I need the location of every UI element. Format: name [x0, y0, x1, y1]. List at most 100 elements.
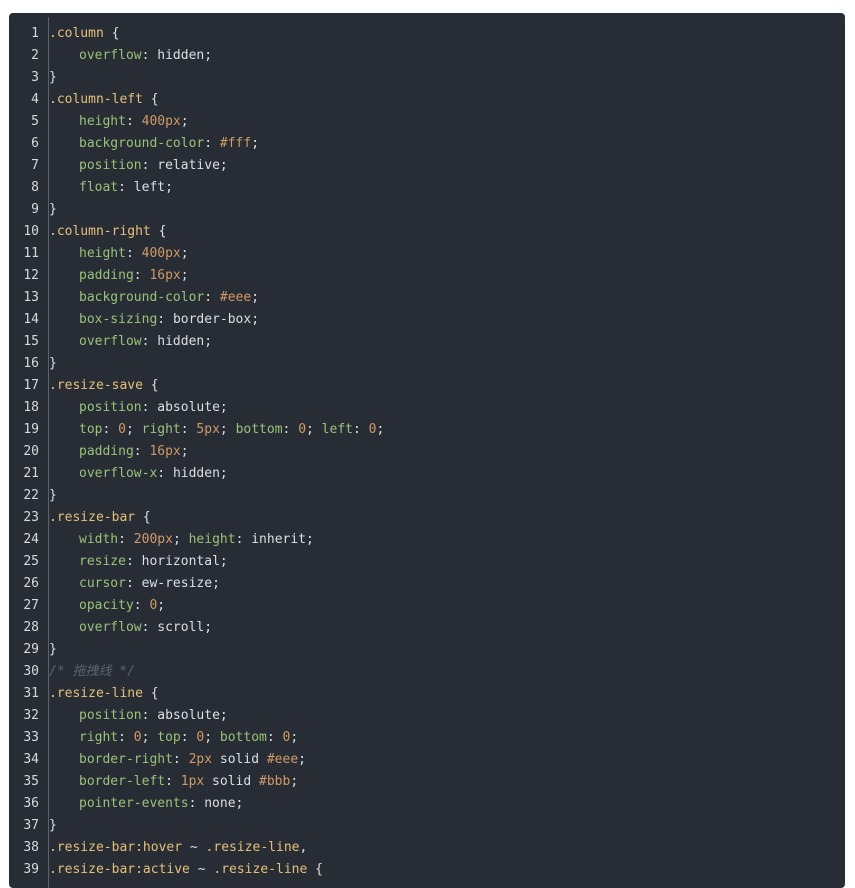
- code-line: float: left;: [49, 177, 845, 199]
- code-token: .column: [49, 26, 104, 41]
- code-token: :: [141, 334, 158, 349]
- code-token: ;: [212, 576, 220, 591]
- code-token: solid: [212, 752, 267, 767]
- code-token: ;: [235, 796, 244, 811]
- code-line: overflow-x: hidden;: [49, 463, 845, 485]
- code-token: padding: [79, 268, 134, 283]
- code-token: height: [188, 532, 236, 547]
- code-token: ;: [376, 422, 385, 437]
- line-number: 2: [31, 48, 39, 63]
- line-number: 13: [23, 290, 39, 305]
- code-token: overflow: [79, 334, 142, 349]
- line-number: 10: [23, 224, 39, 239]
- code-token: ;: [251, 136, 260, 151]
- code-token: :: [204, 136, 220, 151]
- code-token: horizontal: [141, 554, 220, 569]
- code-line: }: [49, 67, 845, 89]
- code-token: .resize-bar: [49, 510, 136, 525]
- code-token: :: [204, 290, 220, 305]
- code-line: overflow: hidden;: [49, 331, 845, 353]
- code-token: :: [352, 422, 369, 437]
- code-token: ;: [219, 400, 228, 415]
- line-number: 8: [31, 180, 39, 195]
- code-token: .resize-line: [213, 862, 308, 877]
- code-token: :: [165, 774, 181, 789]
- code-token: :: [180, 730, 197, 745]
- code-token: :: [118, 532, 134, 547]
- code-token: ;: [251, 312, 260, 327]
- code-line: position: absolute;: [49, 705, 845, 727]
- code-content[interactable]: .column {overflow: hidden;} .column-left …: [49, 23, 845, 881]
- code-line: height: 400px;: [49, 243, 845, 265]
- line-number: 5: [31, 114, 39, 129]
- code-token: ;: [165, 180, 173, 195]
- code-token: .resize-save: [49, 378, 143, 393]
- code-token: opacity: [79, 598, 134, 613]
- code-line: .column {: [49, 23, 845, 45]
- code-line: overflow: scroll;: [49, 617, 845, 639]
- code-token: #fff: [219, 136, 252, 151]
- code-token: :: [141, 620, 158, 635]
- code-line: cursor: ew-resize;: [49, 573, 845, 595]
- code-token: .resize-line: [205, 840, 300, 855]
- code-line: .resize-line {: [49, 683, 845, 705]
- code-line: .resize-bar {: [49, 507, 845, 529]
- code-token: ;: [306, 532, 314, 547]
- code-token: }: [49, 202, 57, 217]
- line-number: 22: [23, 488, 39, 503]
- code-token: ew-resize: [141, 576, 213, 591]
- code-token: :: [133, 598, 150, 613]
- code-token: left: [321, 422, 353, 437]
- code-token: 1px: [180, 774, 205, 789]
- code-line: }: [49, 815, 845, 837]
- code-token: :: [235, 532, 252, 547]
- code-token: 0: [298, 422, 307, 437]
- code-token: :: [266, 730, 283, 745]
- code-token: ;: [219, 158, 228, 173]
- code-token: }: [49, 356, 57, 371]
- code-token: }: [49, 818, 57, 833]
- line-number: 17: [23, 378, 39, 393]
- code-token: border-right: [79, 752, 173, 767]
- code-token: :: [141, 158, 158, 173]
- code-token: 16px: [149, 444, 181, 459]
- code-token: {: [142, 378, 159, 393]
- line-number: 32: [23, 708, 39, 723]
- line-number: 33: [23, 730, 39, 745]
- line-number: 29: [23, 642, 39, 657]
- code-token: #eee: [219, 290, 252, 305]
- code-token: position: [79, 708, 142, 723]
- code-token: ;: [219, 708, 228, 723]
- code-token: ;: [219, 422, 236, 437]
- code-token: .resize-line: [49, 686, 143, 701]
- code-token: absolute: [157, 400, 220, 415]
- code-line: .column-right {: [49, 221, 845, 243]
- code-token: :: [133, 444, 150, 459]
- line-number: 37: [23, 818, 39, 833]
- code-token: #bbb: [259, 774, 291, 789]
- code-token: solid: [204, 774, 260, 789]
- code-token: hidden: [172, 466, 220, 481]
- code-token: /* 拖拽线 */: [49, 664, 135, 679]
- code-token: ;: [125, 422, 142, 437]
- code-line: height: 400px;: [49, 111, 845, 133]
- code-token: ;: [219, 554, 228, 569]
- code-token: :: [141, 708, 158, 723]
- code-token: height: [79, 246, 126, 261]
- code-token: ;: [157, 598, 166, 613]
- code-token: float: [79, 180, 119, 195]
- code-token: :: [125, 246, 142, 261]
- code-line: resize: horizontal;: [49, 551, 845, 573]
- code-token: overflow: [79, 48, 142, 63]
- code-token: position: [79, 400, 142, 415]
- code-token: left: [133, 180, 166, 195]
- line-number: 34: [23, 752, 39, 767]
- code-token: ;: [290, 774, 299, 789]
- code-line: background-color: #fff;: [49, 133, 845, 155]
- code-token: overflow-x: [79, 466, 158, 481]
- code-line: }: [49, 353, 845, 375]
- code-line: position: relative;: [49, 155, 845, 177]
- line-number: 30: [23, 664, 39, 679]
- code-line: overflow: hidden;: [49, 45, 845, 67]
- code-token: border-left: [79, 774, 166, 789]
